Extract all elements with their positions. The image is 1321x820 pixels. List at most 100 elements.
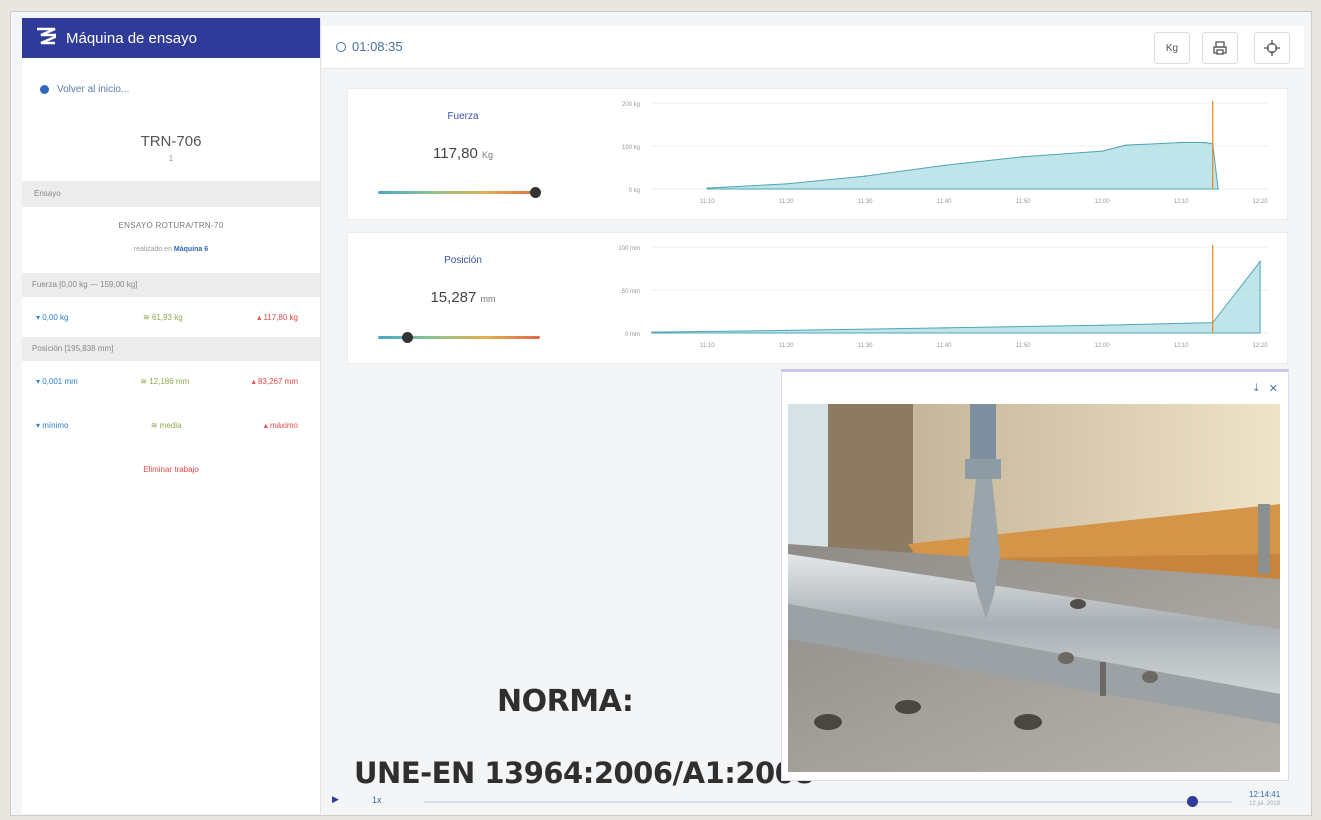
app-title: Máquina de ensayo	[66, 29, 197, 47]
stats-legend: ▾ mínimo ≋ media ▴ máximo	[22, 401, 320, 449]
machine-sub: 1	[168, 154, 174, 163]
job-machine: realizado en Máquina 6	[22, 246, 320, 253]
playback-track[interactable]	[424, 801, 1232, 803]
legend-min: ▾ mínimo	[36, 420, 69, 430]
series-area	[706, 142, 1219, 190]
position-value: 15,287	[430, 289, 477, 306]
legend-mean: ≋ media	[150, 420, 182, 430]
x-tick-label: 11:30	[858, 199, 873, 205]
data-point	[1125, 144, 1127, 146]
unit-label: Kg	[1165, 42, 1179, 54]
data-point	[706, 187, 709, 189]
position-panel: Posición 15,287 mm 0 mm 50 mm 100 mm 11:10 1…	[347, 232, 1288, 364]
x-tick-label: 12:20	[1253, 199, 1269, 205]
force-gauge-knob[interactable]	[530, 187, 542, 198]
video-toolbar: ⤓ ✕	[1254, 382, 1278, 395]
data-point	[1259, 260, 1261, 263]
position-max: ▴ 83,267 mm	[251, 376, 298, 386]
back-link[interactable]: Volver al inicio...	[22, 58, 320, 103]
playback-time: 12:14:41	[1249, 790, 1281, 799]
force-title: Fuerza	[447, 111, 479, 122]
camera-feed	[788, 404, 1280, 772]
x-tick-label: 11:30	[858, 343, 873, 349]
x-tick-label: 12:00	[1095, 343, 1111, 349]
crosshair-icon	[1264, 40, 1280, 56]
series-area	[651, 260, 1261, 334]
unit-button[interactable]: Kg	[1154, 32, 1190, 64]
top-bar: 01:08:35 Kg	[322, 26, 1304, 69]
x-tick-label: 12:10	[1174, 343, 1190, 349]
force-stats: ▾ 0,00 kg ≋ 61,93 kg ▴ 117,80 kg	[22, 297, 320, 337]
elapsed-timer: 01:08:35	[336, 39, 403, 54]
x-tick-label: 11:20	[779, 343, 794, 349]
back-icon	[40, 84, 49, 94]
force-panel: Fuerza 117,80 Kg 0 kg 100 kg 200 kg 11:10 11…	[347, 88, 1288, 220]
data-point	[1180, 141, 1182, 144]
data-point	[1101, 324, 1103, 327]
force-unit: Kg	[481, 150, 493, 160]
norma-label: NORMA:	[497, 684, 634, 719]
force-gauge	[378, 187, 542, 198]
position-min: ▾ 0,001 mm	[36, 376, 78, 386]
y-tick-label: 50 mm	[622, 289, 640, 295]
data-point	[651, 331, 653, 333]
position-stats-header: Posición [195,838 mm]	[22, 337, 320, 361]
x-tick-label: 11:50	[1016, 199, 1031, 205]
x-tick-label: 11:10	[700, 199, 715, 205]
force-max: ▴ 117,80 kg	[257, 312, 298, 322]
force-mean: ≋ 61,93 kg	[143, 312, 183, 322]
x-tick-label: 12:10	[1174, 199, 1190, 205]
play-icon[interactable]: ▶	[332, 794, 339, 805]
section-header-ensayo: Ensayo	[22, 181, 320, 207]
data-point	[1204, 141, 1206, 144]
playback-speed[interactable]: 1x	[372, 795, 382, 805]
logo-icon	[36, 27, 66, 49]
y-tick-label: 0 mm	[625, 332, 640, 338]
force-readout: 117,80 Kg	[348, 145, 578, 162]
playback-bar: ▶ 1x 12:14:41 12 jul. 2018	[322, 788, 1304, 814]
x-tick-label: 11:20	[779, 199, 794, 205]
position-gauge	[378, 332, 540, 343]
y-tick-label: 100 kg	[622, 145, 640, 151]
sidebar: Máquina de ensayo Volver al inicio... TR…	[22, 18, 321, 814]
position-title: Posición	[444, 255, 482, 266]
y-tick-label: 200 kg	[622, 102, 640, 108]
force-stats-header: Fuerza [0,00 kg — 159,00 kg]	[22, 273, 320, 297]
data-point	[1217, 188, 1219, 190]
y-tick-label: 0 kg	[629, 188, 640, 194]
x-tick-label: 12:00	[1095, 199, 1111, 205]
force-value: 117,80	[433, 145, 478, 162]
elapsed-time: 01:08:35	[352, 39, 403, 54]
close-icon[interactable]: ✕	[1269, 382, 1278, 395]
position-unit: mm	[480, 294, 496, 304]
playback-handle[interactable]	[1186, 796, 1198, 807]
position-mean: ≋ 12,186 mm	[140, 376, 190, 386]
clock-icon	[336, 41, 346, 52]
delete-job-button[interactable]: Eliminar trabajo	[22, 465, 320, 474]
data-point	[785, 329, 788, 332]
force-chart: 0 kg 100 kg 200 kg 11:10 11:20 11:30 11:40 11:5…	[622, 101, 1269, 205]
position-stats: ▾ 0,001 mm ≋ 12,186 mm ▴ 83,267 mm	[22, 361, 320, 401]
data-point	[943, 164, 946, 167]
position-readout: 15,287 mm	[348, 289, 578, 306]
print-button[interactable]	[1202, 32, 1238, 64]
force-min: ▾ 0,00 kg	[36, 312, 69, 322]
data-point	[943, 327, 946, 329]
legend-max: ▴ máximo	[263, 420, 298, 430]
position-chart: 0 mm 50 mm 100 mm 11:10 11:20 11:30 11:40 11:50…	[618, 245, 1268, 349]
data-point	[1101, 150, 1103, 152]
machine-link[interactable]: Máquina 6	[174, 246, 208, 253]
center-button[interactable]	[1254, 32, 1290, 64]
y-tick-label: 100 mm	[618, 246, 640, 252]
position-gauge-knob[interactable]	[402, 332, 414, 343]
job-name: ENSAYO ROTURA/TRN-70	[118, 221, 224, 230]
back-label: Volver al inicio...	[57, 83, 130, 95]
data-point	[1022, 155, 1024, 158]
job-by-prefix: realizado en	[133, 246, 172, 253]
download-icon[interactable]: ⤓	[1254, 382, 1259, 395]
playback-date: 12 jul. 2018	[1249, 801, 1281, 807]
data-point	[864, 175, 867, 177]
x-tick-label: 11:40	[937, 199, 952, 205]
x-tick-label: 11:10	[700, 343, 715, 349]
video-panel: ⤓ ✕	[781, 369, 1289, 781]
